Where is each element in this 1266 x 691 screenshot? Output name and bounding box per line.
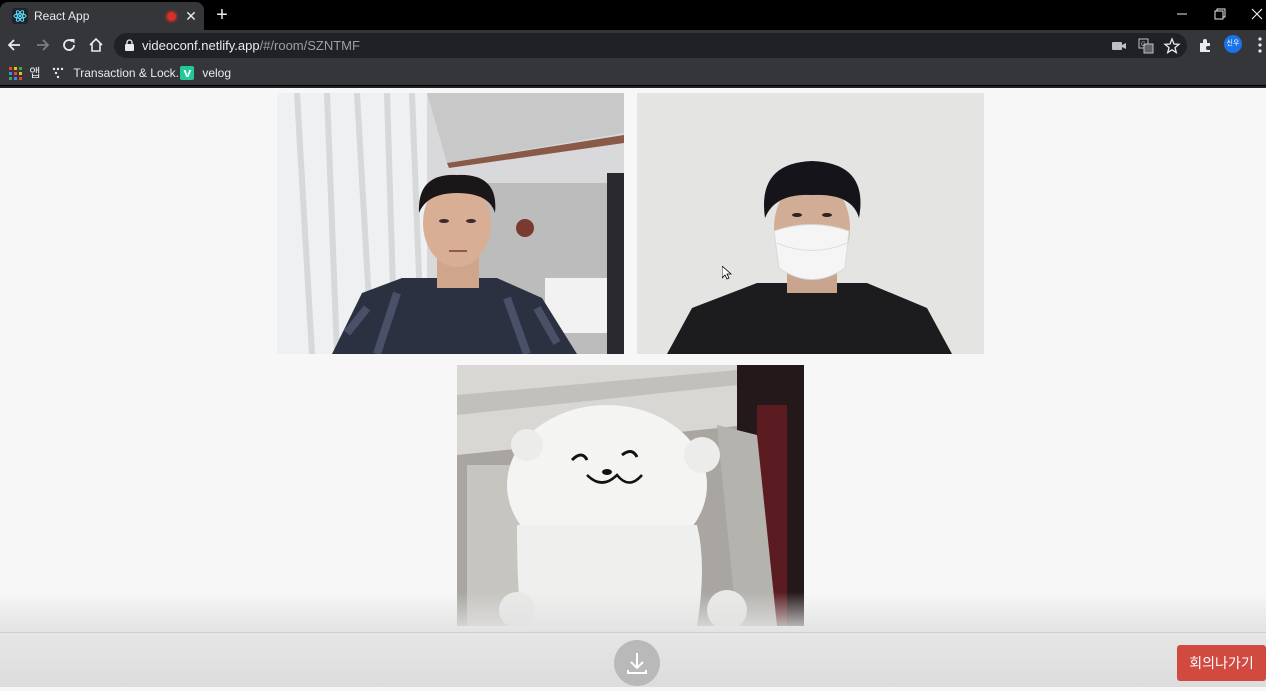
reload-icon[interactable] <box>59 35 79 55</box>
tab-strip: React App ✕ + <box>0 0 1266 30</box>
velog-favicon-icon: V <box>180 66 194 80</box>
browser-chrome: React App ✕ + videoconf.netlify.app/#/ro… <box>0 0 1266 88</box>
download-icon <box>627 653 647 674</box>
mouse-cursor-icon <box>722 266 732 280</box>
dots-favicon-icon <box>52 67 64 79</box>
url-path: /#/room/SZNTMF <box>259 38 360 53</box>
back-arrow-icon[interactable] <box>5 35 25 55</box>
more-menu-icon[interactable] <box>1250 35 1266 55</box>
camera-icon[interactable] <box>1110 37 1128 55</box>
close-tab-icon[interactable]: ✕ <box>183 7 199 25</box>
home-icon[interactable] <box>86 35 106 55</box>
apps-grid-icon <box>9 67 22 80</box>
leave-meeting-button[interactable]: 회의나가기 <box>1177 645 1266 681</box>
control-bar: 회의나가기 <box>0 632 1266 687</box>
url-host: videoconf.netlify.app <box>142 38 260 53</box>
download-button[interactable] <box>614 640 660 686</box>
forward-arrow-icon[interactable] <box>32 35 52 55</box>
tab-title: React App <box>34 9 90 23</box>
address-bar[interactable]: videoconf.netlify.app/#/room/SZNTMF G <box>114 33 1187 58</box>
new-tab-button[interactable]: + <box>212 4 232 26</box>
url-text[interactable]: videoconf.netlify.app/#/room/SZNTMF <box>142 38 360 53</box>
extensions-puzzle-icon[interactable] <box>1196 35 1216 55</box>
browser-toolbar: videoconf.netlify.app/#/room/SZNTMF G 신우 <box>0 30 1266 60</box>
translate-icon[interactable]: G <box>1137 37 1155 55</box>
conference-page <box>0 88 1266 687</box>
bookmark-star-icon[interactable] <box>1163 37 1181 55</box>
react-favicon-icon <box>12 8 28 24</box>
svg-text:G: G <box>1141 42 1146 48</box>
close-window-icon[interactable] <box>1246 4 1266 24</box>
minimize-icon[interactable] <box>1171 4 1193 24</box>
bookmarks-bar: 앱 Transaction & Lock... V velog <box>0 60 1266 86</box>
bookmark-label: velog <box>202 66 232 80</box>
lock-icon[interactable] <box>124 39 135 51</box>
profile-avatar[interactable]: 신우 <box>1224 35 1242 53</box>
bookmark-apps[interactable]: 앱 <box>9 64 40 82</box>
bookmark-transaction[interactable]: Transaction & Lock... <box>52 64 186 82</box>
white-seal-plush-video <box>457 365 804 626</box>
browser-tab[interactable]: React App ✕ <box>0 2 204 30</box>
participant-video-1 <box>277 93 624 354</box>
bookmark-label: 앱 <box>29 66 41 80</box>
recording-indicator-icon <box>167 12 176 21</box>
participant-video-3 <box>457 365 804 626</box>
bookmark-label: Transaction & Lock... <box>73 66 186 80</box>
masked-person-video <box>637 93 984 354</box>
restore-icon[interactable] <box>1208 4 1230 24</box>
svg-text:V: V <box>184 69 192 80</box>
bookmark-velog[interactable]: V velog <box>180 64 231 82</box>
man-in-room-video <box>277 93 624 354</box>
participant-video-2 <box>637 93 984 354</box>
